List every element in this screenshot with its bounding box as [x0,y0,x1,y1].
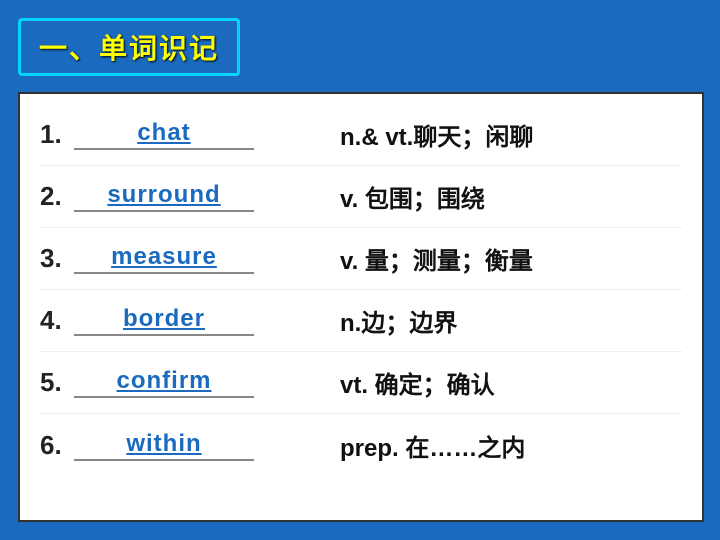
vocab-definition: v. 包围；围绕 [340,179,682,214]
vocab-number: 5. [40,367,70,398]
vocab-number: 1. [40,119,70,150]
vocab-number: 3. [40,243,70,274]
vocab-word: within [74,430,254,461]
vocab-row: 6.withinprep. 在……之内 [40,414,682,476]
vocab-left: 5.confirm [40,367,340,398]
vocab-definition: prep. 在……之内 [340,428,682,463]
page-title: 一、单词识记 [39,33,219,64]
vocab-word: border [74,305,254,336]
vocabulary-list: 1.chatn.& vt.聊天；闲聊2.surroundv. 包围；围绕3.me… [18,92,704,522]
vocab-word: chat [74,119,254,150]
vocab-row: 2.surroundv. 包围；围绕 [40,166,682,228]
vocab-left: 4.border [40,305,340,336]
vocab-number: 4. [40,305,70,336]
vocab-left: 3.measure [40,243,340,274]
vocab-row: 5.confirmvt. 确定；确认 [40,352,682,414]
title-box: 一、单词识记 [18,18,240,76]
vocab-definition: n.边；边界 [340,303,682,338]
vocab-left: 1.chat [40,119,340,150]
vocab-word: surround [74,181,254,212]
vocab-number: 2. [40,181,70,212]
vocab-row: 4.bordern.边；边界 [40,290,682,352]
vocab-definition: n.& vt.聊天；闲聊 [340,117,682,152]
vocab-left: 2.surround [40,181,340,212]
vocab-number: 6. [40,430,70,461]
vocab-definition: v. 量；测量；衡量 [340,241,682,276]
vocab-definition: vt. 确定；确认 [340,365,682,400]
vocab-word: measure [74,243,254,274]
vocab-row: 3.measurev. 量；测量；衡量 [40,228,682,290]
vocab-left: 6.within [40,430,340,461]
vocab-word: confirm [74,367,254,398]
vocab-row: 1.chatn.& vt.聊天；闲聊 [40,104,682,166]
